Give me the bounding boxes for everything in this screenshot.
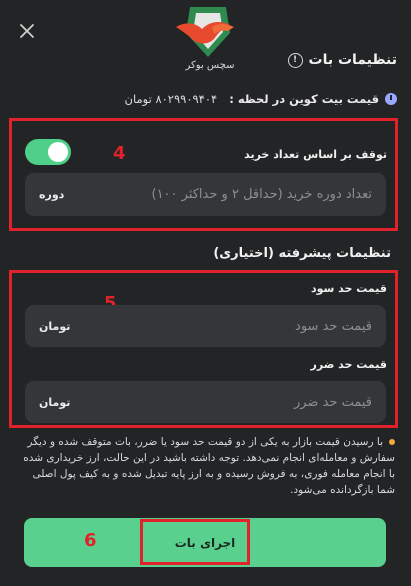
note-bullet-icon xyxy=(389,439,395,445)
take-profit-field[interactable]: تومان قیمت حد سود xyxy=(25,305,386,347)
live-price-value: ۸۰۲۹۹۰۹۴۰۴ تومان xyxy=(124,92,218,106)
close-icon[interactable] xyxy=(18,22,36,40)
advanced-settings-title: تنظیمات پیشرفته (اختیاری) xyxy=(213,246,391,261)
purchase-count-input[interactable]: تعداد دوره خرید (حداقل ۲ و حداکثر ۱۰۰) xyxy=(151,187,372,202)
highlight-box-step-6 xyxy=(140,519,250,565)
stop-loss-input[interactable]: قیمت حد ضرر xyxy=(294,395,372,410)
step-6-marker: 6 xyxy=(84,530,97,551)
step-4-marker: 4 xyxy=(113,143,126,164)
info-icon[interactable]: ! xyxy=(287,52,303,68)
stop-loss-label: قیمت حد ضرر xyxy=(310,358,387,371)
take-profit-label: قیمت حد سود xyxy=(310,282,387,295)
live-price-row: قیمت بیت کوین در لحظه : ۸۰۲۹۹۰۹۴۰۴ تومان xyxy=(125,92,397,106)
modal-title: تنظیمات بات xyxy=(308,52,398,68)
info-note-text: با رسیدن قیمت بازار به یکی از دو قیمت حد… xyxy=(23,436,395,496)
take-profit-unit: تومان xyxy=(39,319,71,333)
take-profit-input[interactable]: قیمت حد سود xyxy=(295,319,372,334)
purchase-count-unit: دوره xyxy=(39,188,65,201)
stop-loss-field[interactable]: تومان قیمت حد ضرر xyxy=(25,381,386,423)
live-price-label: قیمت بیت کوین در لحظه : xyxy=(229,92,379,106)
stop-loss-unit: تومان xyxy=(39,395,71,409)
logo-text: سچس بوکر xyxy=(185,60,235,71)
stop-by-count-label: توقف بر اساس تعداد خرید xyxy=(244,148,387,161)
stop-by-count-toggle[interactable] xyxy=(25,139,71,165)
bot-settings-modal: سچس بوکر تنظیمات بات ! قیمت بیت کوین در … xyxy=(0,0,411,586)
purchase-count-field[interactable]: دوره تعداد دوره خرید (حداقل ۲ و حداکثر ۱… xyxy=(25,173,386,216)
clock-icon xyxy=(385,93,397,105)
info-note: با رسیدن قیمت بازار به یکی از دو قیمت حد… xyxy=(23,434,395,498)
modal-header: تنظیمات بات ! xyxy=(287,52,398,68)
toggle-knob xyxy=(48,142,68,162)
